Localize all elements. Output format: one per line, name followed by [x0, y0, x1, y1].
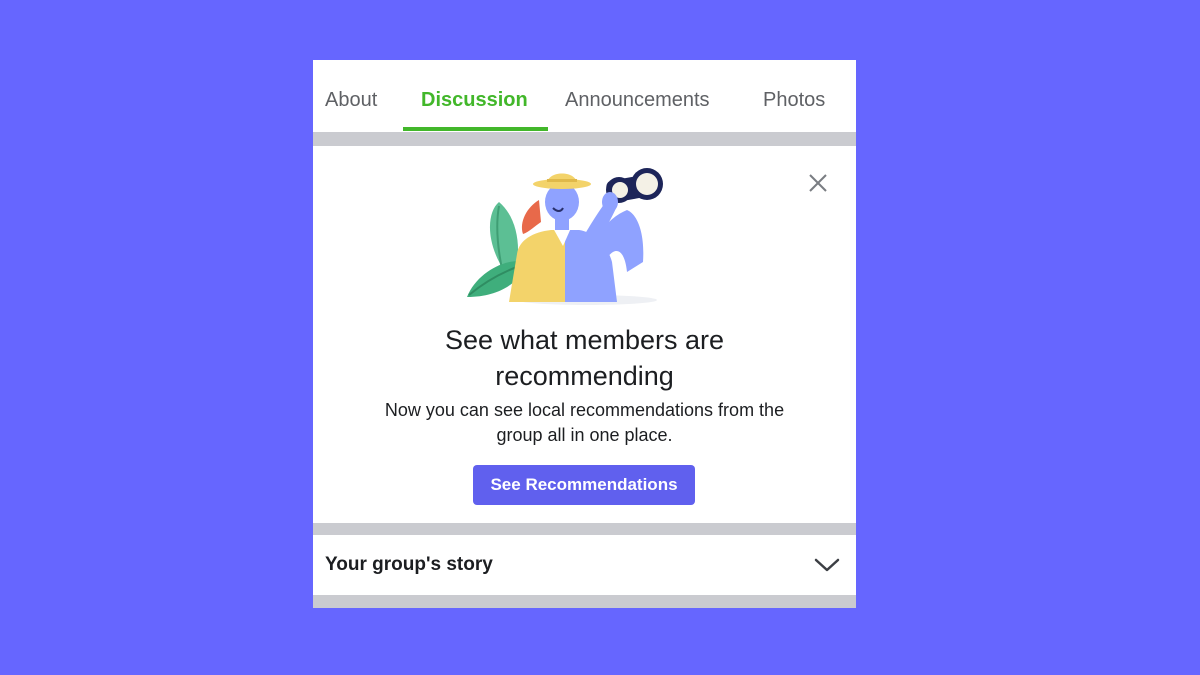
tab-about[interactable]: About [325, 60, 377, 132]
promo-title-line-2: recommending [495, 361, 674, 391]
chevron-down-icon[interactable] [813, 555, 841, 575]
promo-description: Now you can see local recommendations fr… [313, 398, 856, 448]
promo-title: See what members are recommending [313, 322, 856, 394]
section-divider [313, 595, 856, 608]
promo-title-line-1: See what members are [444, 325, 725, 355]
group-tab-bar: About Discussion Announcements Photos [313, 60, 856, 132]
binoculars-illustration [467, 168, 663, 305]
section-divider [313, 523, 856, 535]
see-recommendations-button[interactable]: See Recommendations [473, 465, 695, 505]
tab-announcements[interactable]: Announcements [565, 60, 710, 132]
section-divider [313, 132, 856, 146]
promo-description-line-1: Now you can see local recommendations fr… [384, 400, 785, 420]
group-story-row[interactable]: Your group's story [313, 535, 856, 595]
group-card: About Discussion Announcements Photos Se… [313, 60, 856, 608]
tab-photos[interactable]: Photos [763, 60, 825, 132]
active-tab-indicator [403, 127, 548, 131]
promo-description-line-2: group all in one place. [496, 425, 673, 445]
tab-discussion[interactable]: Discussion [421, 60, 528, 132]
close-icon[interactable] [807, 172, 829, 194]
group-story-label: Your group's story [325, 554, 493, 575]
